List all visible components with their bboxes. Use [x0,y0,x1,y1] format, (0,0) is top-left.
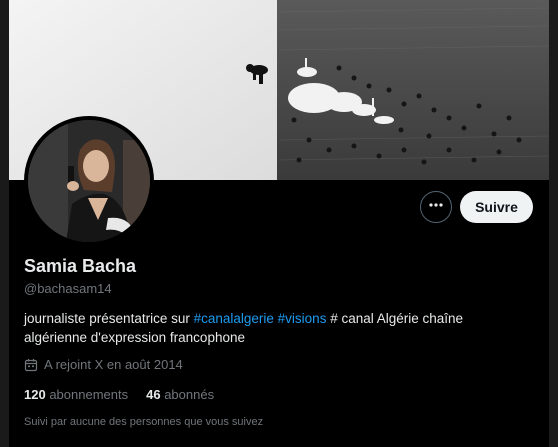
profile-page: Suivre Samia Bacha @bachasam14 journalis… [0,0,558,447]
followers-label: abonnés [164,387,215,402]
hashtag-visions-link[interactable]: #visions [278,311,327,326]
join-date: A rejoint X en août 2014 [24,357,183,372]
followers-link[interactable]: 46 abonnés [146,387,214,402]
bio-text-start: journaliste présentatrice sur [24,311,194,326]
window-edge-right [549,0,558,447]
following-link[interactable]: 120 abonnements [24,387,128,402]
calendar-icon [24,358,38,372]
followed-by-text: Suivi par aucune des personnes que vous … [24,416,264,428]
join-date-text: A rejoint X en août 2014 [44,357,183,372]
profile-name: Samia Bacha [24,256,137,276]
profile-stats: 120 abonnements 46 abonnés [24,387,232,402]
profile-bio: journaliste présentatrice sur #canalalge… [24,309,524,347]
avatar-image [28,120,150,242]
more-options-button[interactable] [420,191,452,223]
following-count: 120 [24,387,46,402]
avatar[interactable] [24,116,154,246]
window-edge-left [0,0,9,447]
profile-handle: @bachasam14 [24,281,112,296]
more-horizontal-icon [428,197,444,218]
follow-button[interactable]: Suivre [460,191,533,223]
followers-count: 46 [146,387,161,402]
following-label: abonnements [49,387,129,402]
hashtag-canalalgerie-link[interactable]: #canalalgerie [194,311,274,326]
